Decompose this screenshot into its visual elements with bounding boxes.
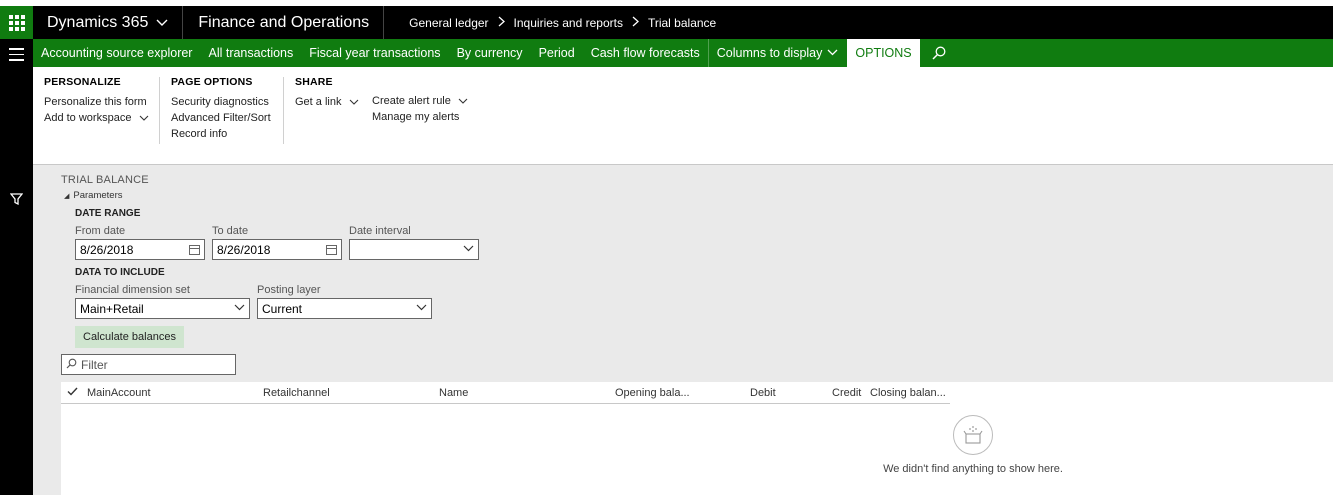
app-launcher-icon[interactable]	[0, 6, 33, 39]
tab-period[interactable]: Period	[531, 39, 583, 67]
financial-dimension-set-value: Main+Retail	[80, 301, 144, 316]
security-diagnostics-button[interactable]: Security diagnostics	[171, 94, 271, 110]
app-name: Finance and Operations	[183, 6, 385, 39]
column-header-name[interactable]: Name	[439, 387, 468, 399]
tab-all-transactions[interactable]: All transactions	[200, 39, 301, 67]
to-date-value: 8/26/2018	[217, 242, 271, 257]
column-header-debit[interactable]: Debit	[750, 387, 776, 399]
column-header-credit[interactable]: Credit	[832, 387, 861, 399]
ribbon-divider	[159, 77, 160, 144]
action-pane: Accounting source explorer All transacti…	[33, 39, 1333, 67]
chevron-right-icon	[498, 15, 505, 30]
get-a-link-button[interactable]: Get a link	[295, 94, 359, 110]
financial-dimension-set-label: Financial dimension set	[75, 284, 190, 296]
column-header-retailchannel[interactable]: Retailchannel	[263, 387, 330, 399]
personalize-group: PERSONALIZE Personalize this form Add to…	[44, 76, 149, 126]
empty-message: We didn't find anything to show here.	[883, 463, 1063, 475]
alerts-group: Create alert rule Manage my alerts	[372, 93, 468, 125]
page-title: TRIAL BALANCE	[61, 174, 149, 186]
chevron-down-icon	[156, 16, 168, 30]
column-header-closing-balance[interactable]: Closing balan...	[870, 387, 946, 399]
date-range-heading: DATE RANGE	[75, 208, 141, 219]
from-date-value: 8/26/2018	[80, 242, 134, 257]
column-header-mainaccount[interactable]: MainAccount	[87, 387, 151, 399]
checkmark-icon[interactable]	[67, 385, 78, 399]
chevron-down-icon	[349, 97, 359, 107]
chevron-down-icon	[234, 303, 245, 314]
filter-icon[interactable]	[9, 192, 24, 210]
breadcrumb-general-ledger[interactable]: General ledger	[409, 16, 488, 30]
tab-accounting-source-explorer[interactable]: Accounting source explorer	[33, 39, 200, 67]
left-navigation-rail	[0, 39, 33, 495]
trial-balance-grid: MainAccount Retailchannel Name Opening b…	[61, 382, 1333, 495]
column-header-opening-balance[interactable]: Opening bala...	[615, 387, 690, 399]
columns-to-display-label: Columns to display	[716, 46, 823, 60]
advanced-filter-sort-button[interactable]: Advanced Filter/Sort	[171, 110, 271, 126]
filter-input[interactable]: Filter	[61, 354, 236, 375]
hamburger-icon[interactable]	[9, 48, 24, 65]
collapse-triangle-icon: ◢	[64, 193, 70, 200]
filter-placeholder: Filter	[81, 357, 108, 372]
chevron-down-icon	[416, 303, 427, 314]
posting-layer-label: Posting layer	[257, 284, 321, 296]
manage-my-alerts-button[interactable]: Manage my alerts	[372, 109, 468, 125]
calculate-balances-button[interactable]: Calculate balances	[75, 326, 184, 348]
to-date-label: To date	[212, 225, 249, 237]
tab-fiscal-year-transactions[interactable]: Fiscal year transactions	[301, 39, 448, 67]
chevron-right-icon	[632, 15, 639, 30]
to-date-field[interactable]: 8/26/2018	[212, 239, 342, 260]
create-alert-rule-label: Create alert rule	[372, 95, 451, 107]
date-interval-dropdown[interactable]	[349, 239, 479, 260]
tab-options[interactable]: OPTIONS	[847, 39, 920, 67]
brand-name: Dynamics 365	[47, 13, 149, 31]
add-to-workspace-button[interactable]: Add to workspace	[44, 110, 149, 126]
chevron-down-icon	[139, 113, 149, 123]
calendar-icon[interactable]	[189, 244, 200, 255]
top-navigation-bar: Dynamics 365 Finance and Operations Gene…	[0, 6, 1333, 39]
tab-by-currency[interactable]: By currency	[449, 39, 531, 67]
empty-box-icon	[953, 415, 993, 455]
posting-layer-value: Current	[262, 301, 303, 316]
record-info-button[interactable]: Record info	[171, 126, 271, 142]
add-to-workspace-label: Add to workspace	[44, 112, 132, 124]
brand-menu[interactable]: Dynamics 365	[33, 6, 184, 39]
tab-cash-flow-forecasts[interactable]: Cash flow forecasts	[583, 39, 708, 67]
search-icon	[66, 358, 77, 372]
breadcrumb-trial-balance[interactable]: Trial balance	[648, 16, 716, 30]
page-options-group: PAGE OPTIONS Security diagnostics Advanc…	[171, 76, 271, 142]
get-a-link-label: Get a link	[295, 96, 342, 108]
empty-state: We didn't find anything to show here.	[882, 415, 1064, 475]
share-group: SHARE Get a link	[295, 76, 359, 110]
from-date-label: From date	[75, 225, 126, 237]
grid-header: MainAccount Retailchannel Name Opening b…	[61, 382, 950, 404]
breadcrumb-inquiries-and-reports[interactable]: Inquiries and reports	[514, 16, 623, 30]
chevron-down-icon	[827, 48, 838, 59]
options-ribbon: PERSONALIZE Personalize this form Add to…	[33, 67, 1333, 165]
breadcrumb: General ledger Inquiries and reports Tri…	[384, 15, 716, 30]
from-date-field[interactable]: 8/26/2018	[75, 239, 205, 260]
create-alert-rule-button[interactable]: Create alert rule	[372, 93, 468, 109]
personalize-form-button[interactable]: Personalize this form	[44, 94, 149, 110]
columns-to-display-menu[interactable]: Columns to display	[707, 39, 847, 67]
date-interval-label: Date interval	[349, 225, 411, 237]
parameters-toggle[interactable]: ◢ Parameters	[64, 190, 123, 201]
chevron-down-icon	[463, 244, 474, 255]
data-to-include-heading: DATA TO INCLUDE	[75, 267, 165, 278]
page-options-title: PAGE OPTIONS	[171, 76, 253, 88]
search-icon[interactable]	[920, 39, 958, 67]
personalize-title: PERSONALIZE	[44, 76, 121, 88]
calendar-icon[interactable]	[326, 244, 337, 255]
ribbon-divider	[283, 77, 284, 144]
chevron-down-icon	[458, 96, 468, 106]
posting-layer-dropdown[interactable]: Current	[257, 298, 432, 319]
share-title: SHARE	[295, 76, 333, 88]
financial-dimension-set-dropdown[interactable]: Main+Retail	[75, 298, 250, 319]
parameters-label: Parameters	[73, 190, 123, 201]
trial-balance-form: TRIAL BALANCE ◢ Parameters DATE RANGE Fro…	[33, 165, 1333, 495]
